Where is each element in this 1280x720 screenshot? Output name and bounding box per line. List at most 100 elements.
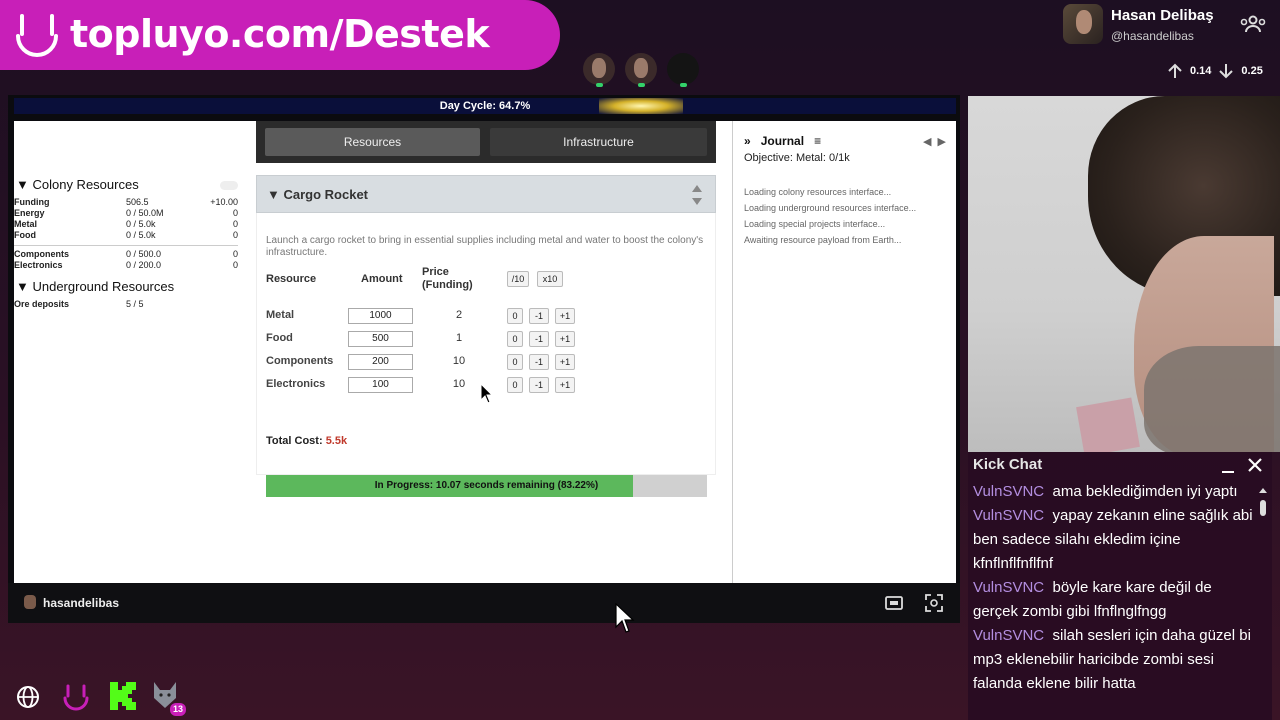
resource-rate: 0 — [232, 249, 238, 259]
people-icon[interactable] — [1240, 14, 1266, 34]
amount-input-food[interactable]: 500 — [348, 331, 413, 347]
resource-row: Electronics 0 / 200.0 0 — [14, 260, 238, 271]
banner-text: topluyo.com/Destek — [70, 12, 490, 56]
resources-panel: ▼ Colony Resources Funding 506.5 +10.00 … — [14, 121, 242, 583]
arrow-up-icon — [1168, 63, 1182, 78]
globe-icon[interactable] — [16, 685, 40, 709]
chat-username[interactable]: VulnSVNC — [973, 507, 1044, 524]
close-icon[interactable] — [1246, 456, 1264, 474]
journal-log-entry: Awaiting resource payload from Earth... — [744, 235, 902, 245]
minus-one-button[interactable]: -1 — [529, 377, 549, 393]
panel-toggle[interactable] — [220, 181, 238, 190]
resource-name: Funding — [14, 197, 50, 207]
arrow-down-icon — [1219, 64, 1234, 79]
amount-input-metal[interactable]: 1000 — [348, 308, 413, 324]
resource-rate: 0 — [232, 219, 238, 229]
tab-infrastructure[interactable]: Infrastructure — [490, 128, 707, 156]
resource-row: Food 0 / 5.0k 0 — [14, 230, 238, 241]
tab-resources[interactable]: Resources — [265, 128, 480, 156]
viewer-avatars — [583, 53, 699, 87]
colony-resources-title[interactable]: ▼ Colony Resources — [16, 177, 139, 192]
stream-username[interactable]: hasandelibas — [43, 596, 119, 610]
minus-one-button[interactable]: -1 — [529, 354, 549, 370]
plus-one-button[interactable]: +1 — [555, 331, 575, 347]
chat-username[interactable]: VulnSVNC — [973, 579, 1044, 596]
tab-bar: Resources Infrastructure — [256, 121, 716, 163]
zero-button[interactable]: 0 — [507, 331, 523, 347]
minus-one-button[interactable]: -1 — [529, 308, 549, 324]
viewer-avatar[interactable] — [583, 53, 615, 87]
resource-row: Funding 506.5 +10.00 — [14, 197, 238, 208]
scroll-up-icon[interactable] — [1259, 486, 1267, 494]
scrollbar-thumb[interactable] — [1260, 500, 1266, 516]
chat-text: ama beklediğimden iyi yaptı — [1052, 483, 1238, 500]
launch-progress-bar: In Progress: 10.07 seconds remaining (83… — [266, 475, 707, 497]
menu-icon[interactable]: ≡ — [814, 134, 821, 148]
mouse-cursor-icon — [615, 603, 635, 633]
cargo-rocket-body: Launch a cargo rocket to bring in essent… — [256, 213, 716, 497]
amount-input-components[interactable]: 200 — [348, 354, 413, 370]
journal-objective: Objective: Metal: 0/1k — [744, 152, 850, 164]
cargo-rocket-header[interactable]: ▼ Cargo Rocket — [256, 175, 716, 213]
plus-one-button[interactable]: +1 — [555, 377, 575, 393]
minus-one-button[interactable]: -1 — [529, 331, 549, 347]
resource-name: Food — [14, 230, 36, 240]
price-electronics: 10 — [452, 378, 466, 390]
underground-resources-title[interactable]: ▼ Underground Resources — [16, 279, 174, 294]
resource-value: 0 / 200.0 — [126, 260, 162, 270]
resource-row: Energy 0 / 50.0M 0 — [14, 208, 238, 219]
zero-button[interactable]: 0 — [507, 377, 523, 393]
viewer-avatar[interactable] — [625, 53, 657, 87]
header-price: Price (Funding) — [422, 266, 473, 291]
user-avatar — [24, 595, 36, 609]
total-cost-value: 5.5k — [325, 435, 348, 447]
zero-button[interactable]: 0 — [507, 308, 523, 324]
center-panel: Resources Infrastructure ▼ Cargo Rocket … — [256, 121, 716, 583]
zero-button[interactable]: 0 — [507, 354, 523, 370]
resource-name-electronics: Electronics — [266, 378, 326, 390]
resource-name: Components — [14, 249, 69, 259]
divide-10-button[interactable]: /10 — [507, 271, 529, 287]
resource-name: Metal — [14, 219, 38, 229]
journal-panel: » Journal ≡ ◀ ▶ Objective: Metal: 0/1k L… — [732, 121, 956, 583]
chat-message: VulnSVNC silah sesleri için daha güzel b… — [973, 624, 1255, 696]
amount-input-electronics[interactable]: 100 — [348, 377, 413, 393]
plus-one-button[interactable]: +1 — [555, 308, 575, 324]
resource-name: Ore deposits — [14, 299, 70, 309]
collapse-icon[interactable]: » — [744, 134, 751, 148]
resource-row: Metal 0 / 5.0k 0 — [14, 219, 238, 230]
journal-log-entry: Loading underground resources interface.… — [744, 203, 917, 213]
resource-name-components: Components — [266, 355, 334, 367]
chat-message: VulnSVNC böyle kare kare değil de gerçek… — [973, 576, 1255, 624]
chat-message: VulnSVNC yapay zekanın eline sağlık abi … — [973, 504, 1255, 576]
journal-log-entry: Loading colony resources interface... — [744, 187, 892, 197]
chat-messages: VulnSVNC ama beklediğimden iyi yaptı Vul… — [973, 480, 1255, 696]
upload-value: 0.14 — [1190, 65, 1212, 77]
fullscreen-icon[interactable] — [925, 594, 943, 612]
chat-username[interactable]: VulnSVNC — [973, 483, 1044, 500]
minimize-icon[interactable] — [1220, 456, 1236, 474]
resource-row: Ore deposits 5 / 5 — [14, 299, 238, 310]
theater-mode-icon[interactable] — [885, 594, 903, 612]
journal-nav: ◀ ▶ — [923, 135, 946, 148]
game-content: ▼ Colony Resources Funding 506.5 +10.00 … — [14, 121, 956, 583]
journal-header: » Journal ≡ — [744, 134, 821, 148]
resource-value: 0 / 5.0k — [126, 230, 156, 240]
chat-username[interactable]: VulnSVNC — [973, 627, 1044, 644]
journal-title: Journal — [760, 134, 805, 148]
plus-one-button[interactable]: +1 — [555, 354, 575, 370]
topluyo-icon[interactable] — [62, 682, 90, 712]
resource-rate: 0 — [232, 260, 238, 270]
kick-icon[interactable] — [108, 680, 140, 712]
next-arrow-icon[interactable]: ▶ — [938, 136, 946, 148]
resource-value: 506.5 — [126, 197, 149, 207]
reorder-arrows-icon[interactable] — [691, 182, 703, 208]
multiply-10-button[interactable]: x10 — [537, 271, 563, 287]
header-amount: Amount — [361, 273, 403, 285]
viewer-avatar[interactable] — [667, 53, 699, 87]
chat-scrollbar[interactable] — [1259, 480, 1267, 720]
resource-name-food: Food — [266, 332, 293, 344]
resource-rate: 0 — [232, 230, 238, 240]
resource-name: Energy — [14, 208, 45, 218]
prev-arrow-icon[interactable]: ◀ — [923, 136, 931, 148]
